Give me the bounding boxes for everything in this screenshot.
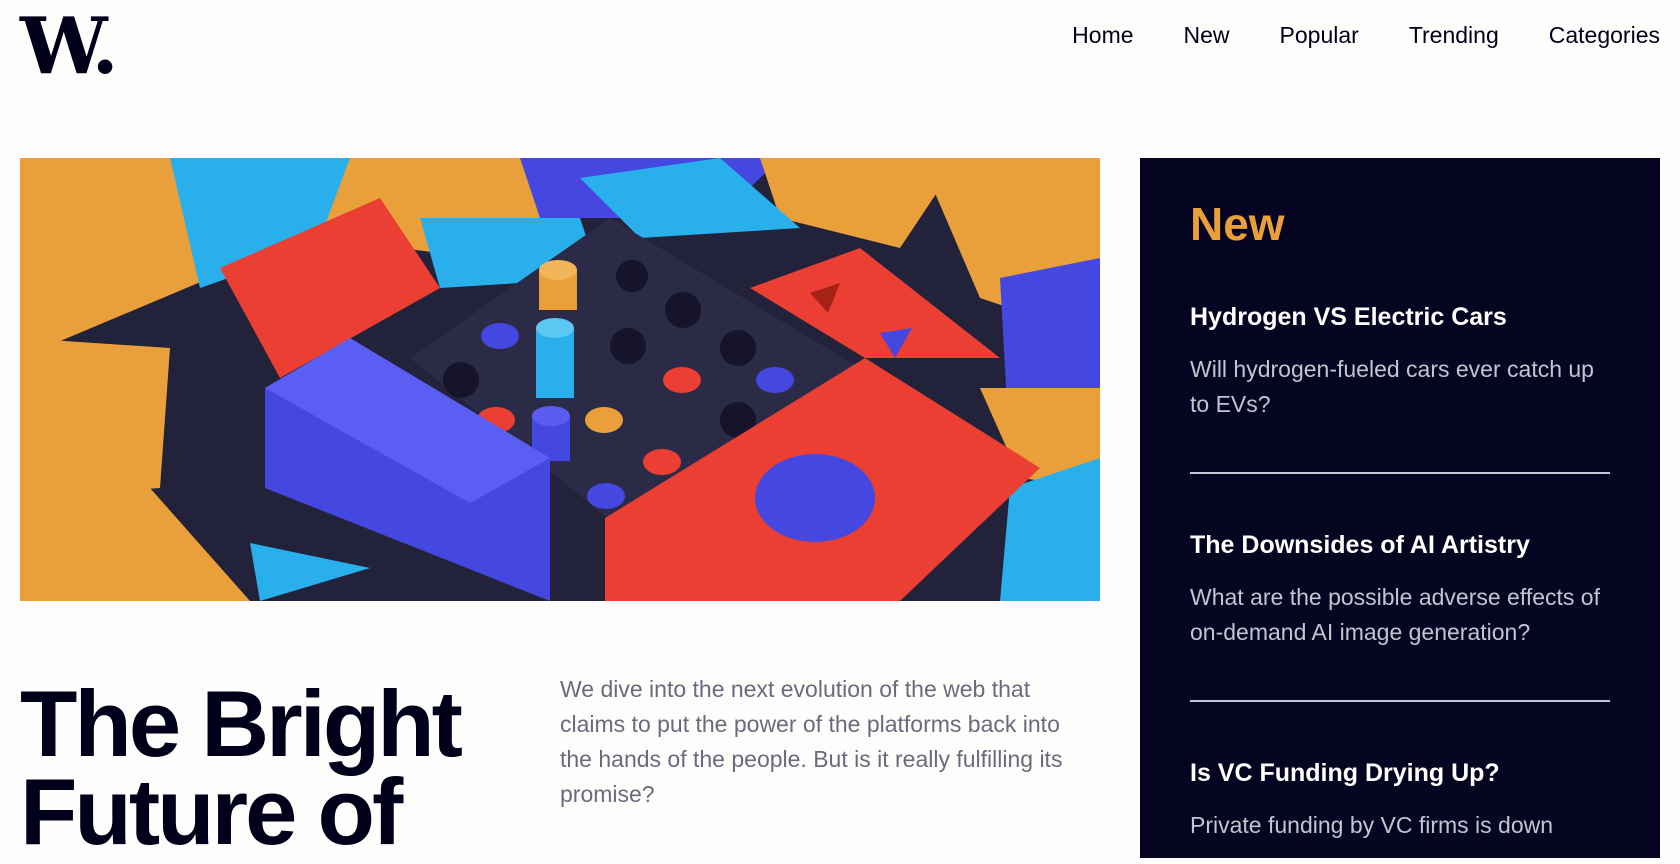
- nav-item-home[interactable]: Home: [1072, 20, 1133, 50]
- site-header: W. Home New Popular Trending Categories: [0, 0, 1680, 110]
- list-item[interactable]: Hydrogen VS Electric Cars Will hydrogen-…: [1190, 302, 1610, 474]
- hero-image[interactable]: [20, 158, 1100, 601]
- nav-item-new[interactable]: New: [1184, 20, 1230, 50]
- list-item[interactable]: Is VC Funding Drying Up? Private funding…: [1190, 702, 1610, 843]
- hero-illustration: [20, 158, 1100, 601]
- new-articles-sidebar: New Hydrogen VS Electric Cars Will hydro…: [1140, 158, 1660, 858]
- sidebar-heading: New: [1190, 198, 1285, 250]
- site-logo[interactable]: W.: [20, 8, 119, 86]
- feature-title-line-2: Future of: [20, 759, 403, 864]
- article-summary: Will hydrogen-fueled cars ever catch up …: [1190, 356, 1594, 417]
- article-summary: Private funding by VC firms is down: [1190, 812, 1554, 838]
- feature-lede: We dive into the next evolution of the w…: [560, 676, 1063, 807]
- nav-item-trending[interactable]: Trending: [1409, 20, 1499, 50]
- article-list: Hydrogen VS Electric Cars Will hydrogen-…: [1190, 302, 1610, 843]
- list-item[interactable]: The Downsides of AI Artistry What are th…: [1190, 474, 1610, 702]
- article-title[interactable]: Hydrogen VS Electric Cars: [1190, 302, 1610, 332]
- nav-item-categories[interactable]: Categories: [1549, 20, 1660, 50]
- nav-item-popular[interactable]: Popular: [1280, 20, 1359, 50]
- feature-title-line-1: The Bright: [20, 671, 463, 776]
- main-nav: Home New Popular Trending Categories: [1072, 20, 1660, 50]
- feature-title[interactable]: The Bright Future of: [20, 671, 540, 864]
- article-title[interactable]: The Downsides of AI Artistry: [1190, 530, 1610, 560]
- article-summary: What are the possible adverse effects of…: [1190, 584, 1600, 645]
- article-title[interactable]: Is VC Funding Drying Up?: [1190, 758, 1610, 788]
